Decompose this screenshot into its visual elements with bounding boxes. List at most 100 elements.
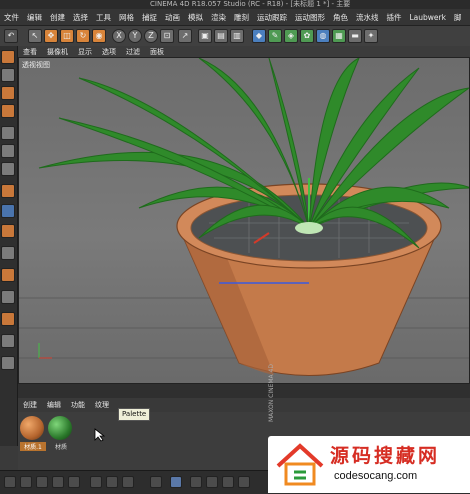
- layout-icon-4[interactable]: [52, 476, 64, 488]
- layout-icon-5[interactable]: [68, 476, 80, 488]
- menu-motion-tracking[interactable]: 运动跟踪: [253, 12, 291, 23]
- house-logo-icon: [276, 443, 324, 486]
- layout-icon-13[interactable]: [222, 476, 234, 488]
- menu-plugins[interactable]: 插件: [383, 12, 406, 23]
- layout-icon-14[interactable]: [238, 476, 250, 488]
- viewport-menu-options[interactable]: 选项: [97, 47, 121, 57]
- viewport-menu-panel[interactable]: 面板: [145, 47, 169, 57]
- menu-mograph[interactable]: 运动图形: [291, 12, 329, 23]
- workplane-icon[interactable]: [1, 104, 15, 118]
- watermark-overlay: 源码搜藏网 codesocang.com: [268, 436, 470, 493]
- main-menu-bar: 文件 编辑 创建 选择 工具 网格 捕捉 动画 模拟 渲染 雕刻 运动跟踪 运动…: [0, 9, 470, 26]
- menu-file[interactable]: 文件: [0, 12, 23, 23]
- material-menu-edit[interactable]: 编辑: [42, 400, 66, 410]
- layout-icon-7[interactable]: [106, 476, 118, 488]
- viewport-menu-cameras[interactable]: 摄像机: [42, 47, 73, 57]
- polygons-mode-icon[interactable]: [1, 162, 15, 176]
- title-bar: CINEMA 4D R18.057 Studio (RC - R18) - [未…: [0, 0, 470, 9]
- material-menu-create[interactable]: 创建: [18, 400, 42, 410]
- model-mode-icon[interactable]: [1, 68, 15, 82]
- layout-icon-10[interactable]: [170, 476, 182, 488]
- rotate-icon[interactable]: ↻: [76, 29, 90, 43]
- menu-laubwerk[interactable]: Laubwerk: [406, 13, 450, 22]
- material-swatch-2[interactable]: 材质: [48, 416, 74, 452]
- viewport-menu-view[interactable]: 查看: [18, 47, 42, 57]
- film-icon[interactable]: [1, 356, 15, 370]
- palette-tooltip: Palette: [118, 408, 151, 421]
- scale-icon[interactable]: ◫: [60, 29, 74, 43]
- array-icon[interactable]: ✿: [300, 29, 314, 43]
- layout-icon-9[interactable]: [150, 476, 162, 488]
- magnet-icon[interactable]: [1, 268, 15, 282]
- grid-icon[interactable]: [1, 290, 15, 304]
- points-mode-icon[interactable]: [1, 126, 15, 140]
- axis-x-button[interactable]: X: [112, 29, 126, 43]
- material-swatch-1[interactable]: 材质.1: [20, 416, 46, 452]
- layout-icon-11[interactable]: [190, 476, 202, 488]
- menu-select[interactable]: 选择: [69, 12, 92, 23]
- snap-icon[interactable]: [1, 224, 15, 238]
- layout-icon[interactable]: [1, 334, 15, 348]
- move-icon[interactable]: ✥: [44, 29, 58, 43]
- layout-icon-8[interactable]: [122, 476, 134, 488]
- material-manager-menu: 创建 编辑 功能 纹理: [18, 398, 470, 412]
- viewport-menu-filter[interactable]: 过滤: [121, 47, 145, 57]
- layout-icon-2[interactable]: [20, 476, 32, 488]
- viewport-menu-display[interactable]: 显示: [73, 47, 97, 57]
- axis-y-button[interactable]: Y: [128, 29, 142, 43]
- lock-icon[interactable]: ⊡: [160, 29, 174, 43]
- menu-tools[interactable]: 工具: [92, 12, 115, 23]
- brand-vertical-text: MAXON CINEMA 4D: [268, 364, 275, 422]
- camera-icon[interactable]: ▬: [348, 29, 362, 43]
- edges-mode-icon[interactable]: [1, 144, 15, 158]
- pointer-icon[interactable]: ↖: [28, 29, 42, 43]
- watermark-url: codesocang.com: [334, 470, 418, 482]
- cube-icon[interactable]: ◆: [252, 29, 266, 43]
- light-icon[interactable]: ✦: [364, 29, 378, 43]
- render-settings-icon[interactable]: ▥: [230, 29, 244, 43]
- menu-snap[interactable]: 捕捉: [138, 12, 161, 23]
- menu-sculpt[interactable]: 雕刻: [230, 12, 253, 23]
- menu-pipeline[interactable]: 流水线: [352, 12, 383, 23]
- make-editable-icon[interactable]: [1, 50, 15, 64]
- deformer-icon[interactable]: ◍: [316, 29, 330, 43]
- menu-simulate[interactable]: 模拟: [184, 12, 207, 23]
- plant-base: [295, 222, 323, 234]
- layout-icon-1[interactable]: [4, 476, 16, 488]
- viewport-menu: 查看 摄像机 显示 选项 过滤 面板: [18, 46, 470, 57]
- axis-mode-icon[interactable]: [1, 184, 15, 198]
- material-menu-function[interactable]: 功能: [66, 400, 90, 410]
- subdivide-icon[interactable]: ◈: [284, 29, 298, 43]
- layout-icon-3[interactable]: [36, 476, 48, 488]
- mouse-cursor-icon: [94, 428, 106, 442]
- layout-icon-12[interactable]: [206, 476, 218, 488]
- menu-character[interactable]: 角色: [329, 12, 352, 23]
- coord-icon[interactable]: ↗: [178, 29, 192, 43]
- soft-selection-icon[interactable]: [1, 312, 15, 326]
- undo-icon[interactable]: ↶: [4, 29, 18, 43]
- texture-mode-icon[interactable]: [1, 86, 15, 100]
- scene-render: [19, 58, 469, 376]
- left-tool-palette: [0, 46, 18, 446]
- pen-icon[interactable]: ✎: [268, 29, 282, 43]
- menu-script[interactable]: 脚: [450, 12, 466, 23]
- layout-icon-6[interactable]: [90, 476, 102, 488]
- material-name-1: 材质.1: [20, 442, 46, 451]
- workplane-lock-icon[interactable]: [1, 246, 15, 260]
- perspective-viewport[interactable]: 透视视图: [18, 57, 470, 384]
- scene-icon[interactable]: ▦: [332, 29, 346, 43]
- window-title: CINEMA 4D R18.057 Studio (RC - R18) - [未…: [150, 0, 351, 8]
- menu-create[interactable]: 创建: [46, 12, 69, 23]
- material-menu-texture[interactable]: 纹理: [90, 400, 114, 410]
- panel-resize-bar[interactable]: [18, 384, 470, 399]
- render-view-icon[interactable]: ▣: [198, 29, 212, 43]
- menu-render[interactable]: 渲染: [207, 12, 230, 23]
- menu-animate[interactable]: 动画: [161, 12, 184, 23]
- axis-z-button[interactable]: Z: [144, 29, 158, 43]
- recent-icon[interactable]: ◉: [92, 29, 106, 43]
- tweak-icon[interactable]: [1, 204, 15, 218]
- render-region-icon[interactable]: ▤: [214, 29, 228, 43]
- material-name-2: 材质: [54, 444, 67, 451]
- menu-mesh[interactable]: 网格: [115, 12, 138, 23]
- menu-edit[interactable]: 编辑: [23, 12, 46, 23]
